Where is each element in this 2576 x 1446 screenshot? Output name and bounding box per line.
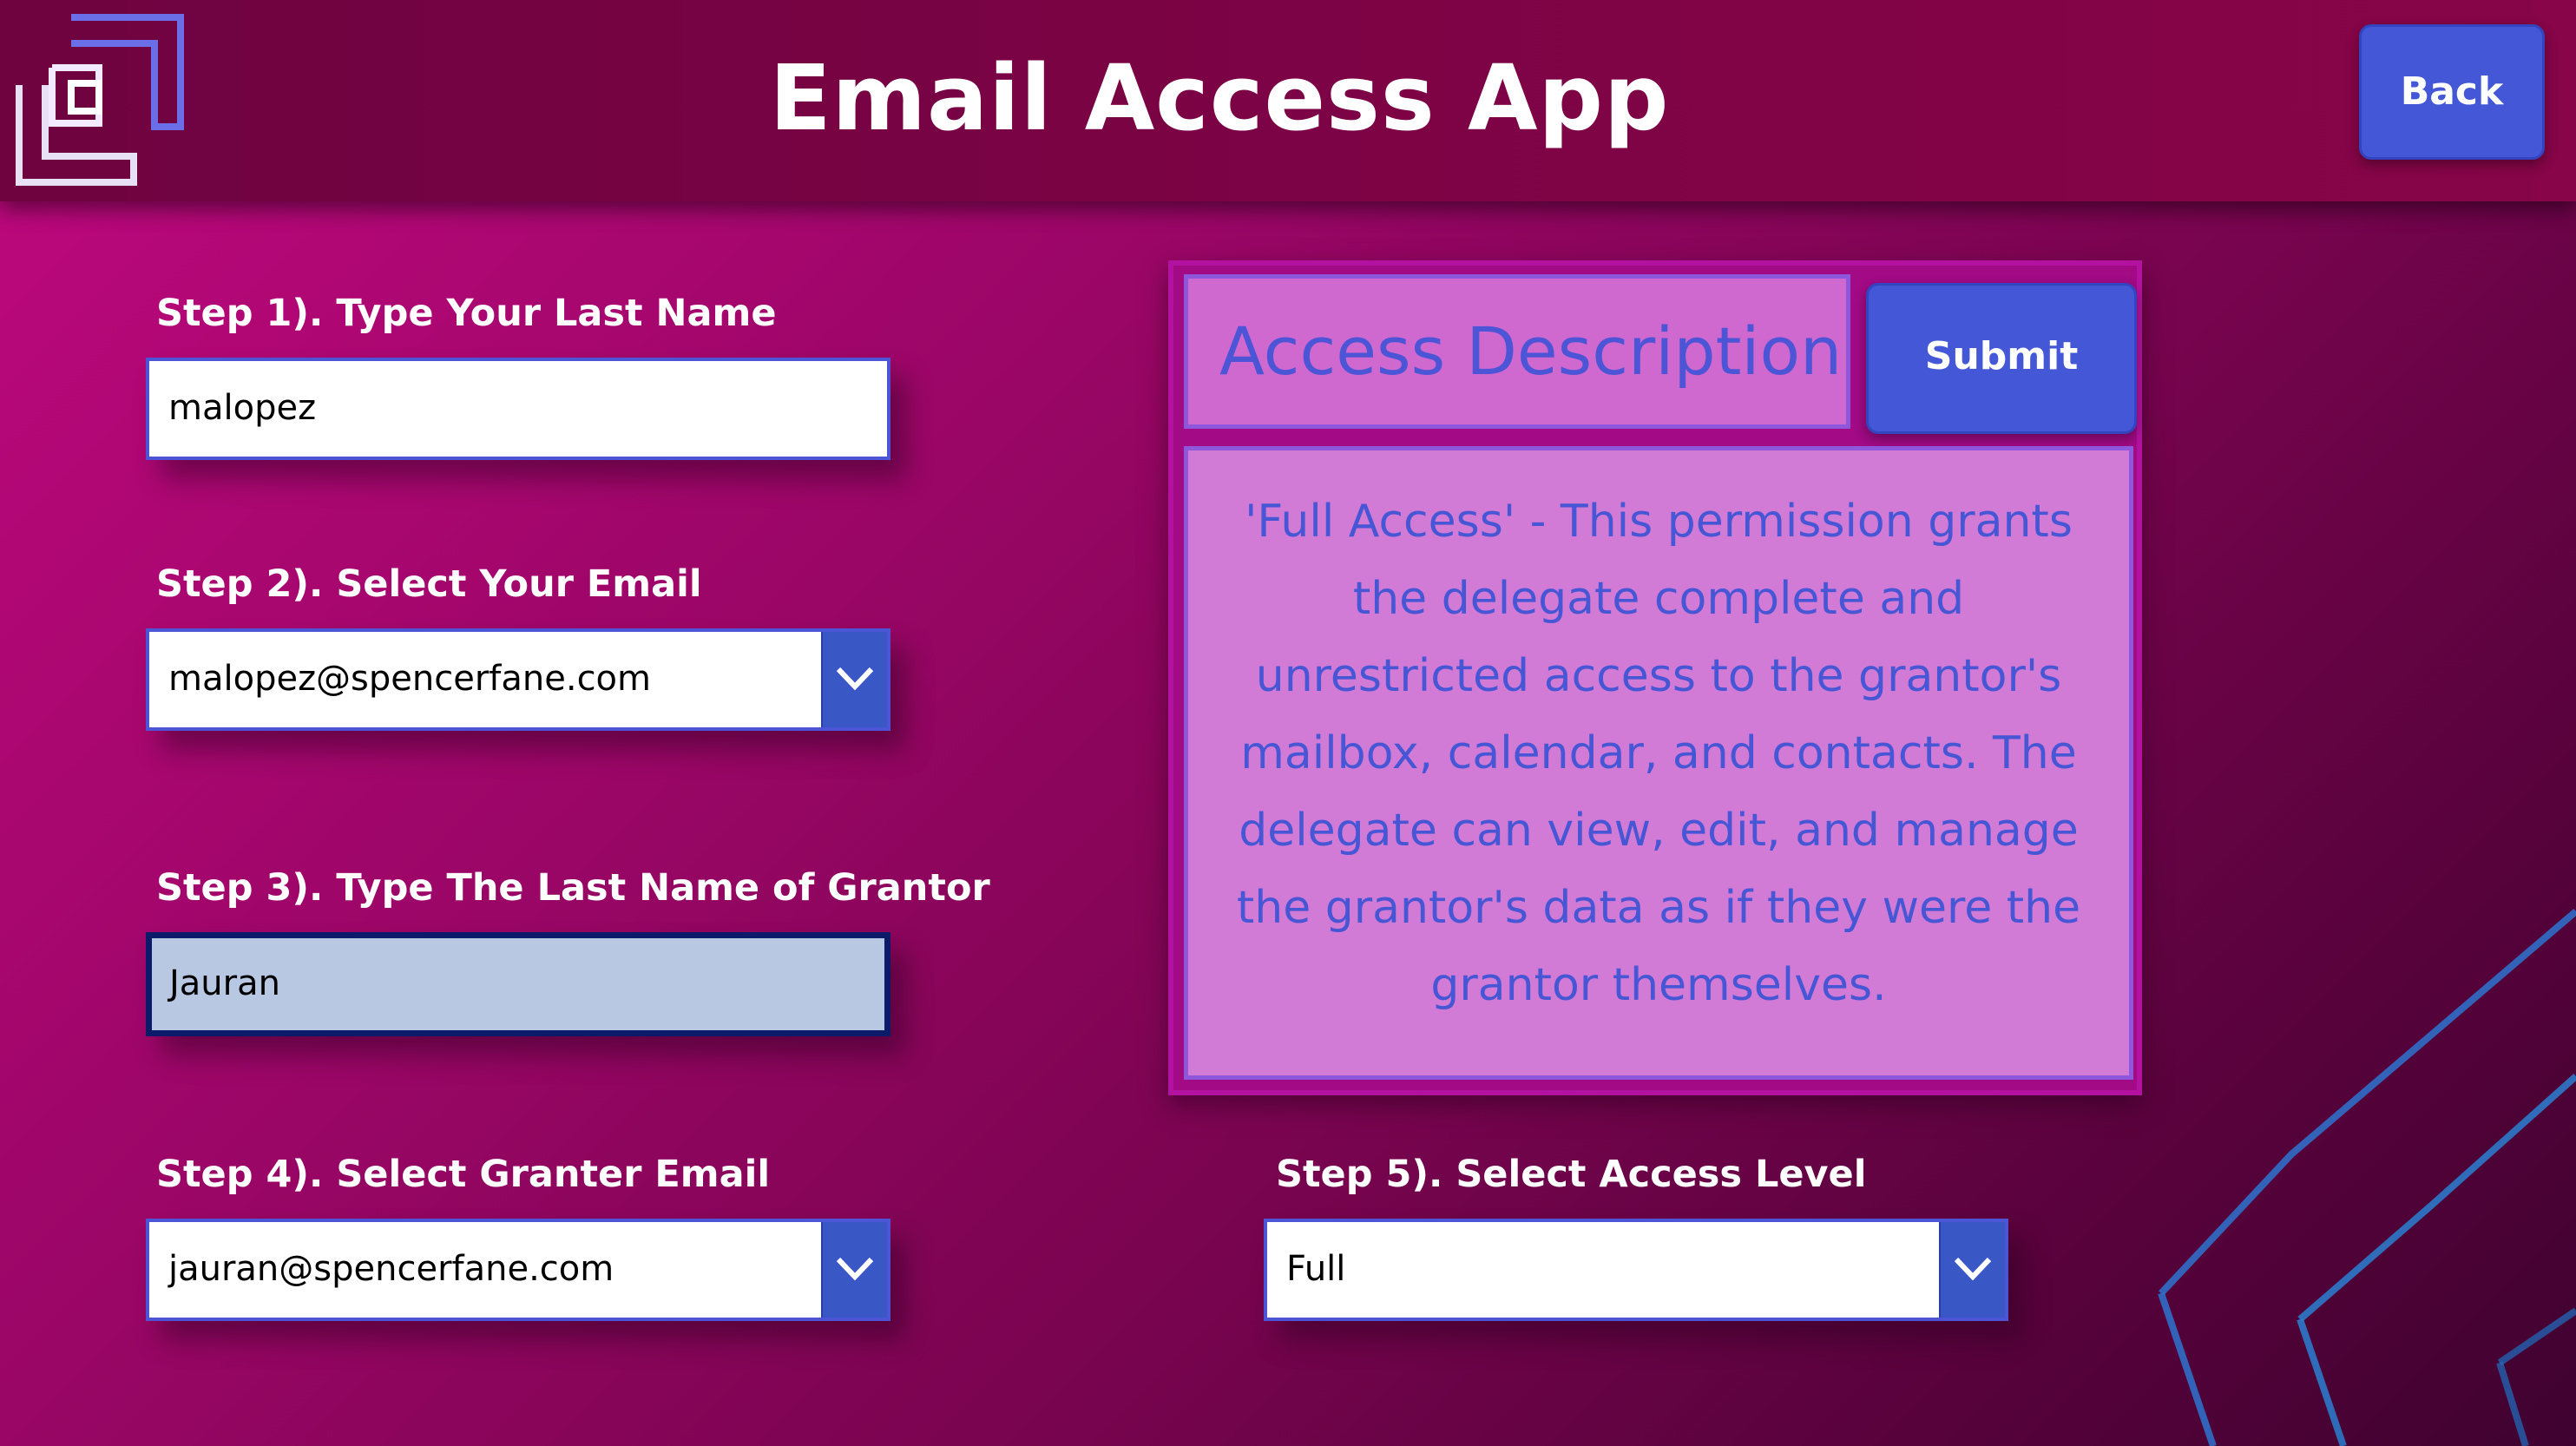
- chevron-down-icon: [836, 667, 874, 691]
- chevron-down-icon: [836, 1257, 874, 1281]
- step2-label: Step 2). Select Your Email: [156, 562, 702, 606]
- grantor-last-name-input[interactable]: Jauran: [146, 932, 890, 1036]
- page-title: Email Access App: [769, 45, 1670, 151]
- granter-email-dropdown[interactable]: jauran@spencerfane.com: [146, 1219, 890, 1321]
- last-name-input[interactable]: malopez: [146, 358, 890, 460]
- access-description-title: Access Description: [1184, 274, 1850, 429]
- step3-label: Step 3). Type The Last Name of Grantor: [156, 866, 990, 910]
- decorative-lines: [2158, 908, 2576, 1446]
- last-name-value: malopez: [168, 388, 317, 428]
- submit-button[interactable]: Submit: [1866, 283, 2137, 434]
- granter-email-value: jauran@spencerfane.com: [168, 1249, 614, 1289]
- app-header: Email Access App Back: [0, 0, 2576, 201]
- grantor-last-name-value: Jauran: [169, 963, 280, 1003]
- your-email-dropdown-button[interactable]: [821, 632, 887, 727]
- back-button[interactable]: Back: [2359, 24, 2545, 160]
- your-email-value: malopez@spencerfane.com: [168, 659, 651, 699]
- your-email-dropdown[interactable]: malopez@spencerfane.com: [146, 628, 890, 731]
- access-level-value: Full: [1286, 1249, 1346, 1289]
- access-description-text: 'Full Access' - This permission grants t…: [1184, 446, 2133, 1080]
- step1-label: Step 1). Type Your Last Name: [156, 292, 777, 335]
- chevron-down-icon: [1954, 1257, 1992, 1281]
- step5-label: Step 5). Select Access Level: [1276, 1153, 1867, 1196]
- access-level-dropdown[interactable]: Full: [1264, 1219, 2008, 1321]
- granter-email-dropdown-button[interactable]: [821, 1222, 887, 1318]
- access-level-dropdown-button[interactable]: [1939, 1222, 2005, 1318]
- step4-label: Step 4). Select Granter Email: [156, 1153, 771, 1196]
